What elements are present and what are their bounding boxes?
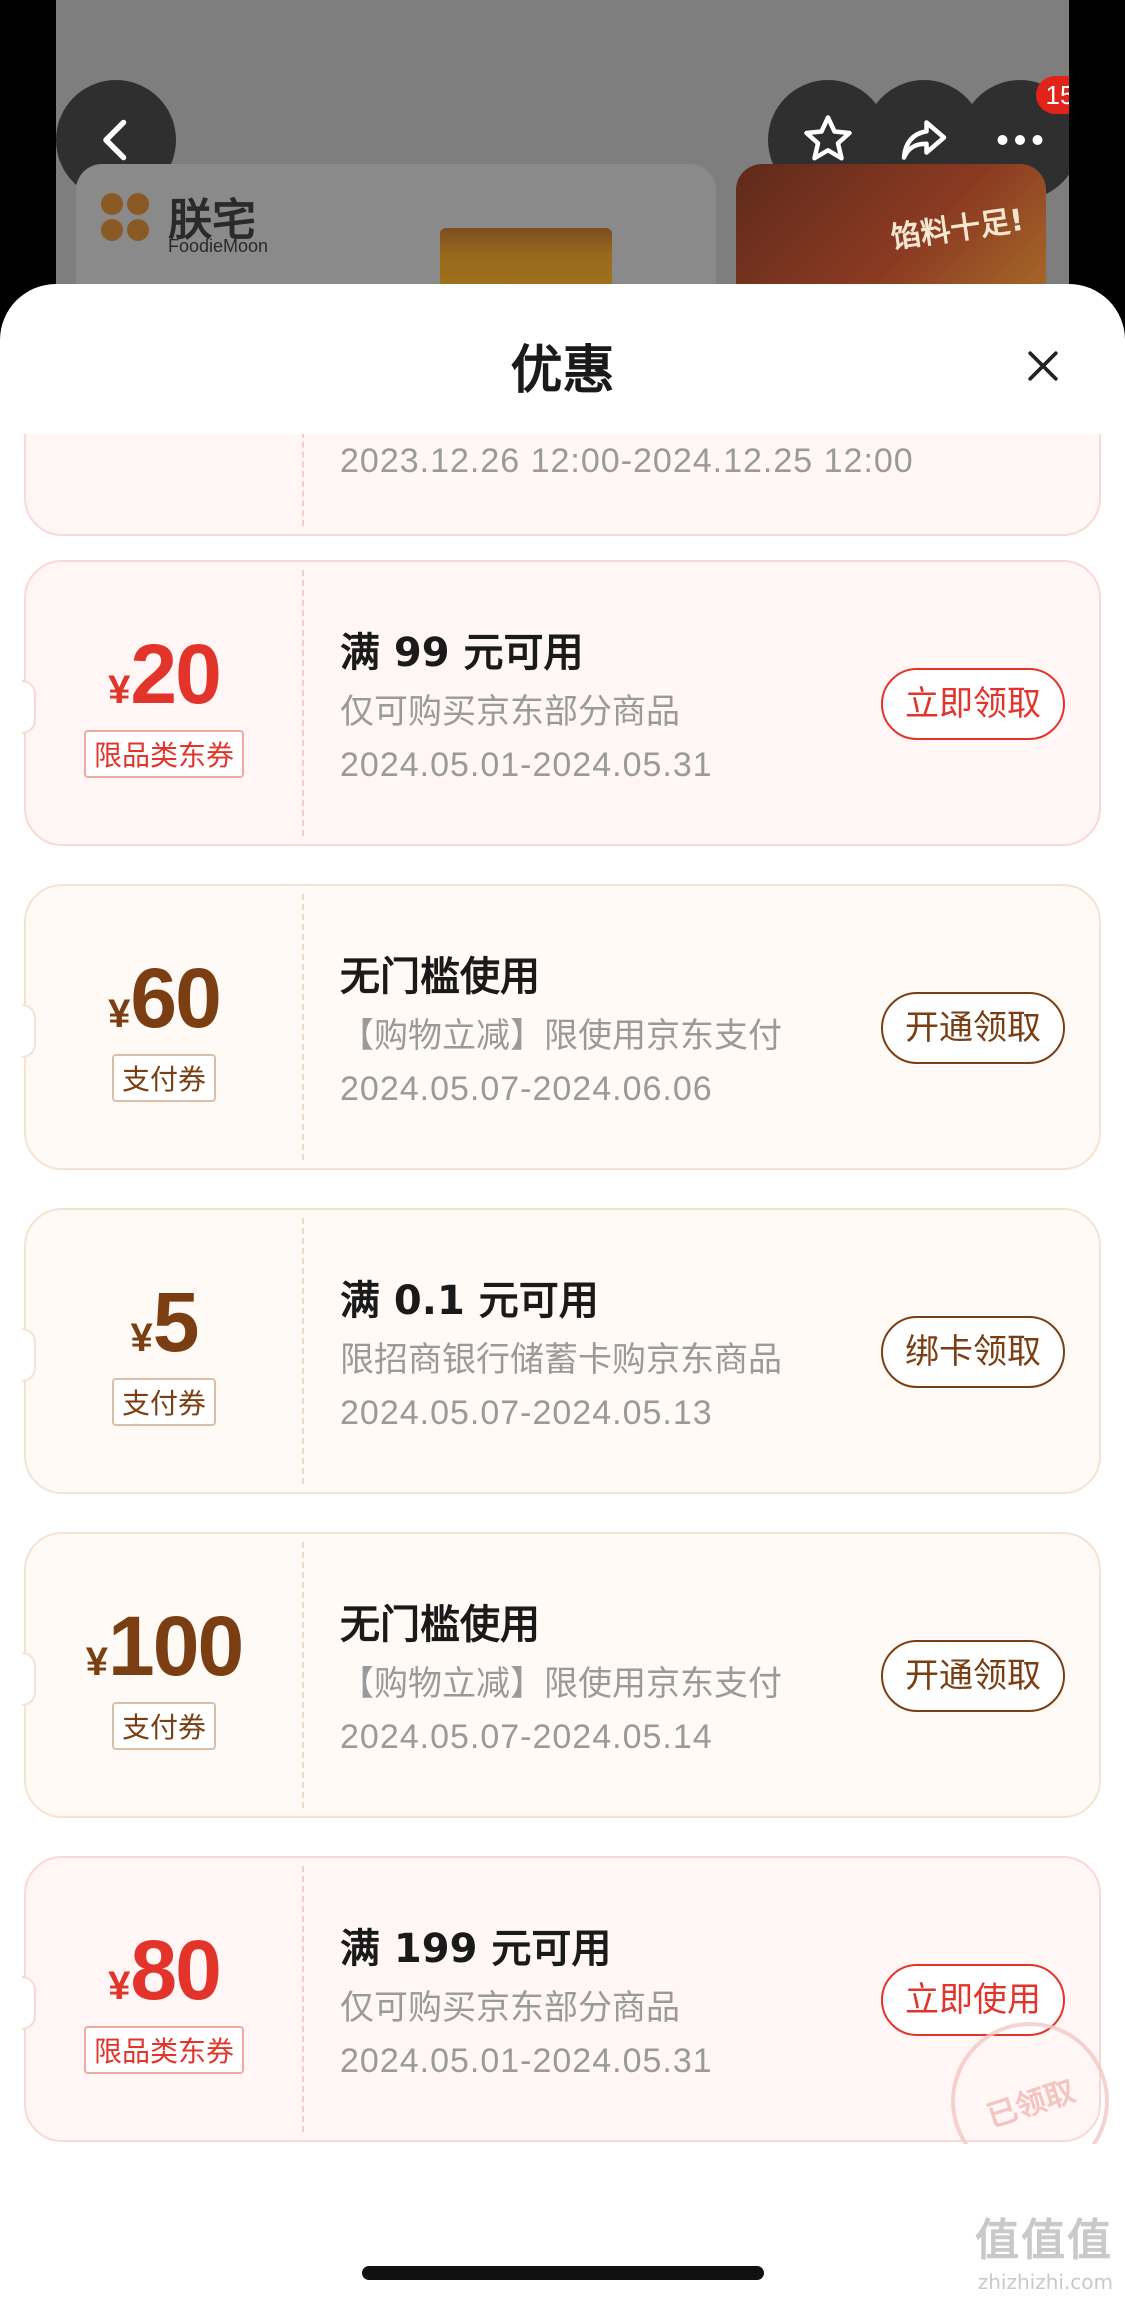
coupon-divider [302, 1542, 304, 1808]
coupon-card: ¥5 支付券满 0.1 元可用 限招商银行储蓄卡购京东商品 2024.05.07-20… [22, 1208, 1101, 1494]
coupon-description: 仅可购买京东部分商品 [340, 1988, 680, 2028]
product-page-background: 15 朕宅 FoodieMoon 馅料十足! [56, 0, 1069, 330]
coupon-condition: 无门槛使用 [340, 954, 540, 1000]
coupon-type-tag: 支付券 [111, 1054, 217, 1102]
watermark-text: 值值值 [975, 2215, 1113, 2266]
coupon-description: 仅可购买京东部分商品 [340, 692, 680, 732]
coupon-divider [302, 570, 304, 836]
coupon-condition: 满 0.1 元可用 [340, 1278, 599, 1324]
coupon-divider [302, 434, 304, 526]
share-arrow-icon [901, 120, 947, 160]
coupon-date: 2024.05.01-2024.05.31 [340, 2042, 713, 2080]
coupon-date: 2024.05.01-2024.05.31 [340, 746, 713, 784]
watermark-url: zhizhizhi.com [977, 2270, 1113, 2294]
coupon-date: 2024.05.07-2024.06.06 [340, 1070, 713, 1108]
coupon-date: 2024.05.07-2024.05.14 [340, 1718, 713, 1756]
sheet-title: 优惠 [510, 341, 615, 401]
coupon-condition: 满 99 元可用 [340, 630, 584, 676]
coupon-card: ¥80 限品类东券满 199 元可用 仅可购买京东部分商品 2024.05.01-20… [22, 1856, 1125, 2144]
coupon-divider [302, 894, 304, 1160]
coupon-action-button[interactable]: 开通领取 [881, 992, 1065, 1064]
coupon-action-button[interactable]: 开通领取 [881, 1640, 1065, 1712]
coupon-card-partial: 2023.12.26 12:00-2024.12.25 12:00 [24, 434, 1101, 536]
home-indicator [362, 2266, 764, 2280]
notification-badge: 15 [1036, 76, 1069, 114]
coupon-action-button[interactable]: 立即领取 [881, 668, 1065, 740]
coupon-card: ¥100 支付券 无门槛使用 【购物立减】限使用京东支付 2024.05.07-2024… [22, 1532, 1101, 1818]
coupon-condition: 无门槛使用 [340, 1602, 540, 1648]
coupon-card: ¥20 限品类东券满 99 元可用 仅可购买京东部分商品 2024.05.01-202… [22, 560, 1101, 846]
coupon-list[interactable]: 2023.12.26 12:00-2024.12.25 12:00 ¥20 限品类… [0, 434, 1125, 2144]
coupon-description: 限招商银行储蓄卡购京东商品 [340, 1340, 782, 1380]
chevron-left-icon [103, 119, 127, 161]
brand-logo-icon [101, 193, 149, 241]
coupon-card: ¥60 支付券 无门槛使用 【购物立减】限使用京东支付 2024.05.07-2024.… [22, 884, 1101, 1170]
coupon-description: 【购物立减】限使用京东支付 [340, 1016, 782, 1056]
thumbnail-caption: 馅料十足! [889, 202, 1027, 257]
coupon-divider [302, 1218, 304, 1484]
coupon-condition: 满 199 元可用 [340, 1926, 612, 1972]
coupons-sheet: 优惠 2023.12.26 12:00-2024.12.25 12:00 ¥20… [0, 284, 1125, 2307]
star-icon [804, 115, 852, 161]
close-icon[interactable] [1021, 344, 1065, 388]
coupon-type-tag: 限品类东券 [83, 2026, 245, 2074]
coupon-divider [302, 1866, 304, 2132]
watermark: 值值值 zhizhizhi.com [975, 2204, 1113, 2294]
more-dots-icon [997, 135, 1043, 145]
coupon-type-tag: 限品类东券 [83, 730, 245, 778]
coupon-type-tag: 支付券 [111, 1378, 217, 1426]
coupon-description: 【购物立减】限使用京东支付 [340, 1664, 782, 1704]
coupon-type-tag: 支付券 [111, 1702, 217, 1750]
coupon-date: 2024.05.07-2024.05.13 [340, 1394, 713, 1432]
coupon-date: 2023.12.26 12:00-2024.12.25 12:00 [340, 442, 914, 480]
brand-subtitle: FoodieMoon [168, 236, 269, 256]
coupon-action-button[interactable]: 绑卡领取 [881, 1316, 1065, 1388]
